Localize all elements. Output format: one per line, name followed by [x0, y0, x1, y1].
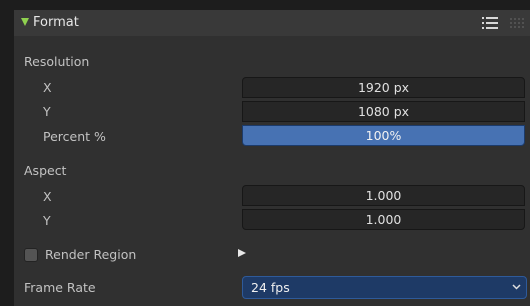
- resolution-label: Resolution: [24, 54, 90, 69]
- panel-title: Format: [33, 15, 79, 30]
- panel-header[interactable]: Format: [14, 10, 530, 36]
- render-region-label[interactable]: Render Region: [45, 247, 136, 262]
- aspect-x-label: X: [43, 189, 52, 204]
- resolution-x-label: X: [43, 80, 52, 95]
- expand-triangle-icon[interactable]: [21, 18, 29, 26]
- list-icon[interactable]: [482, 16, 498, 30]
- resolution-percent-label: Percent %: [43, 129, 106, 144]
- aspect-x-field[interactable]: 1.000: [242, 185, 525, 206]
- resolution-y-label: Y: [43, 104, 51, 119]
- frame-rate-dropdown[interactable]: 24 fps: [242, 276, 527, 299]
- resolution-x-field[interactable]: 1920 px: [242, 77, 525, 98]
- play-triangle-icon[interactable]: [238, 249, 246, 257]
- format-panel: Format Resolution X 1920 px Y 1080 px Pe…: [14, 10, 530, 306]
- resolution-y-field[interactable]: 1080 px: [242, 101, 525, 122]
- frame-rate-label: Frame Rate: [24, 280, 96, 295]
- drag-grip-icon[interactable]: [510, 18, 524, 28]
- render-region-checkbox[interactable]: [24, 248, 38, 262]
- aspect-label: Aspect: [24, 163, 67, 178]
- frame-rate-value: 24 fps: [251, 280, 290, 295]
- aspect-y-field[interactable]: 1.000: [242, 209, 525, 230]
- resolution-percent-field[interactable]: 100%: [242, 125, 525, 146]
- chevron-down-icon: [512, 284, 521, 290]
- aspect-y-label: Y: [43, 213, 51, 228]
